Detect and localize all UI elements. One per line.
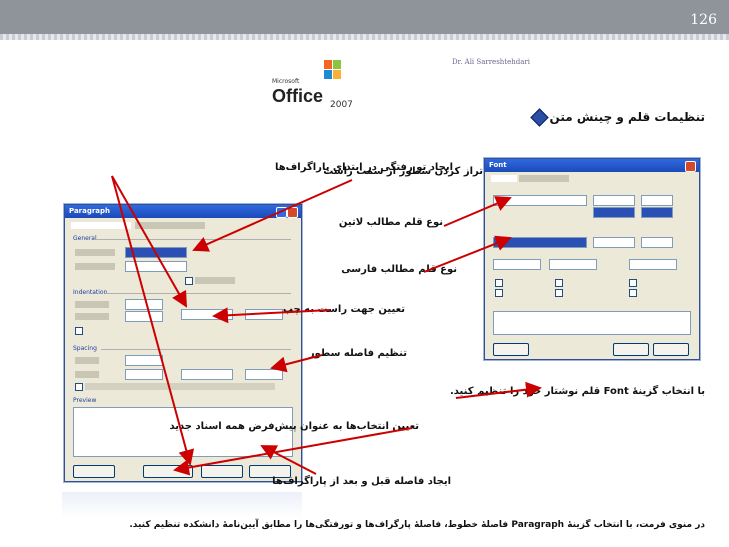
arrow-set-default	[173, 427, 413, 476]
arrow-align-right	[192, 179, 353, 252]
arrow-direction	[212, 307, 331, 324]
arrow-latin-font	[443, 196, 512, 227]
annotation-arrows	[111, 175, 542, 476]
arrow-persian-font	[423, 235, 512, 273]
arrow-line-spacing	[270, 354, 323, 373]
arrow-indent-a	[111, 175, 187, 308]
arrow-font-option	[455, 381, 542, 399]
arrow-indent-b	[111, 175, 195, 466]
